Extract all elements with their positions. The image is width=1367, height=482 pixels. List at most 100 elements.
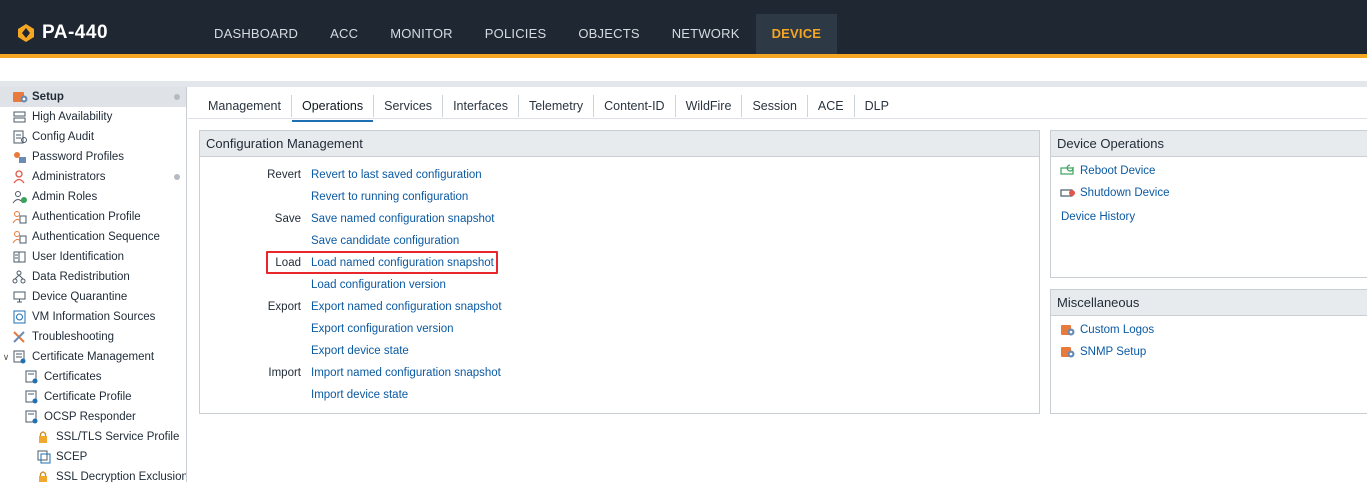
nav-monitor[interactable]: MONITOR [374, 14, 469, 54]
reboot-device-link[interactable]: Reboot Device [1080, 161, 1155, 181]
sidebar-item-certificate-profile[interactable]: Certificate Profile [0, 387, 186, 407]
tab-services[interactable]: Services [374, 95, 444, 117]
load-config-version-link[interactable]: Load configuration version [311, 275, 446, 295]
high-availability-icon [12, 110, 28, 124]
sidebar-item-troubleshooting[interactable]: Troubleshooting [0, 327, 186, 347]
nav-network[interactable]: NETWORK [656, 14, 756, 54]
sidebar-item-admin-roles[interactable]: Admin Roles [0, 187, 186, 207]
custom-logos-link[interactable]: Custom Logos [1080, 320, 1154, 340]
tab-session[interactable]: Session [742, 95, 808, 117]
password-profiles-icon [12, 150, 28, 164]
chevron-down-icon[interactable]: ∨ [0, 347, 12, 367]
sidebar-item-authentication-profile[interactable]: Authentication Profile [0, 207, 186, 227]
user-identification-icon [12, 250, 28, 264]
revert-running-link[interactable]: Revert to running configuration [311, 187, 468, 207]
sidebar-item-user-identification[interactable]: User Identification [0, 247, 186, 267]
header-spacer [0, 58, 1367, 81]
row-label: Export [267, 301, 301, 313]
certificate-profile-icon [24, 390, 40, 404]
sub-header-bar [0, 81, 1367, 87]
shutdown-icon [1060, 186, 1076, 200]
troubleshooting-icon [12, 330, 28, 344]
tabs-divider [188, 118, 1367, 119]
main-nav: DASHBOARD ACC MONITOR POLICIES OBJECTS N… [198, 14, 838, 54]
reboot-device-row: Reboot Device [1060, 161, 1155, 181]
sidebar-item-ssl-tls-service-profile[interactable]: SSL/TLS Service Profile [0, 427, 186, 447]
device-operations-panel: Device Operations [1050, 130, 1367, 278]
sidebar-item-authentication-sequence[interactable]: Authentication Sequence [0, 227, 186, 247]
save-candidate-link[interactable]: Save candidate configuration [311, 231, 459, 251]
sidebar-item-data-redistribution[interactable]: Data Redistribution [0, 267, 186, 287]
lock-icon [36, 430, 52, 444]
panel-title: Configuration Management [200, 131, 1039, 157]
authentication-sequence-icon [12, 230, 28, 244]
tab-dlp[interactable]: DLP [855, 95, 899, 117]
shutdown-device-link[interactable]: Shutdown Device [1080, 183, 1170, 203]
snmp-setup-row: SNMP Setup [1060, 342, 1146, 362]
authentication-profile-icon [12, 210, 28, 224]
highlight-annotation-box [266, 251, 498, 274]
row-label: Import [268, 367, 301, 379]
brand-logo[interactable]: PA-440 [16, 20, 108, 46]
sidebar-item-device-quarantine[interactable]: Device Quarantine [0, 287, 186, 307]
certificate-management-icon [12, 350, 28, 364]
top-header: PA-440 DASHBOARD ACC MONITOR POLICIES OB… [0, 0, 1367, 54]
tab-wildfire[interactable]: WildFire [676, 95, 743, 117]
row-label: Save [274, 213, 301, 225]
status-dot [174, 94, 180, 100]
admin-roles-icon [12, 190, 28, 204]
save-named-snapshot-link[interactable]: Save named configuration snapshot [311, 209, 494, 229]
nav-device[interactable]: DEVICE [755, 14, 838, 54]
tab-ace[interactable]: ACE [808, 95, 855, 117]
tab-content-id[interactable]: Content-ID [594, 95, 676, 117]
custom-logos-icon [1060, 323, 1076, 337]
tab-telemetry[interactable]: Telemetry [519, 95, 595, 117]
import-device-state-link[interactable]: Import device state [311, 385, 408, 405]
device-history-row: Device History [1061, 207, 1135, 227]
sidebar-item-ocsp-responder[interactable]: OCSP Responder [0, 407, 186, 427]
sidebar-item-administrators[interactable]: Administrators [0, 167, 186, 187]
certificates-icon [24, 370, 40, 384]
sidebar-item-vm-information-sources[interactable]: VM Information Sources [0, 307, 186, 327]
sidebar-item-certificates[interactable]: Certificates [0, 367, 186, 387]
panel-title: Device Operations [1051, 131, 1367, 157]
vm-information-sources-icon [12, 310, 28, 324]
setup-icon [12, 90, 28, 104]
status-dot [174, 174, 180, 180]
scep-icon [36, 450, 52, 464]
device-history-link[interactable]: Device History [1061, 207, 1135, 227]
sidebar-item-certificate-management[interactable]: ∨ Certificate Management [0, 347, 186, 367]
sidebar-item-setup[interactable]: Setup [0, 87, 186, 107]
data-redistribution-icon [12, 270, 28, 284]
panel-title: Miscellaneous [1051, 290, 1367, 316]
tab-operations[interactable]: Operations [291, 95, 375, 122]
nav-objects[interactable]: OBJECTS [562, 14, 655, 54]
sidebar-item-password-profiles[interactable]: Password Profiles [0, 147, 186, 167]
custom-logos-row: Custom Logos [1060, 320, 1154, 340]
sidebar-item-ssl-decryption-exclusion[interactable]: SSL Decryption Exclusion [0, 467, 186, 482]
revert-last-saved-link[interactable]: Revert to last saved configuration [311, 165, 482, 185]
ocsp-responder-icon [24, 410, 40, 424]
tab-interfaces[interactable]: Interfaces [443, 95, 519, 117]
sidebar-item-scep[interactable]: SCEP [0, 447, 186, 467]
snmp-setup-link[interactable]: SNMP Setup [1080, 342, 1146, 362]
nav-acc[interactable]: ACC [314, 14, 374, 54]
tab-management[interactable]: Management [198, 95, 292, 117]
nav-dashboard[interactable]: DASHBOARD [198, 14, 314, 54]
device-model-label: PA-440 [42, 22, 109, 43]
import-named-snapshot-link[interactable]: Import named configuration snapshot [311, 363, 501, 383]
config-audit-icon [12, 130, 28, 144]
shutdown-device-row: Shutdown Device [1060, 183, 1170, 203]
sidebar-item-config-audit[interactable]: Config Audit [0, 127, 186, 147]
lock-icon [36, 470, 52, 482]
sidebar-item-high-availability[interactable]: High Availability [0, 107, 186, 127]
snmp-setup-icon [1060, 345, 1076, 359]
nav-policies[interactable]: POLICIES [469, 14, 563, 54]
export-named-snapshot-link[interactable]: Export named configuration snapshot [311, 297, 502, 317]
export-device-state-link[interactable]: Export device state [311, 341, 409, 361]
setup-tabs: Management Operations Services Interface… [198, 93, 899, 122]
administrators-icon [12, 170, 28, 184]
row-label: Revert [267, 169, 301, 181]
export-config-version-link[interactable]: Export configuration version [311, 319, 454, 339]
paloalto-logo-icon [16, 23, 36, 43]
